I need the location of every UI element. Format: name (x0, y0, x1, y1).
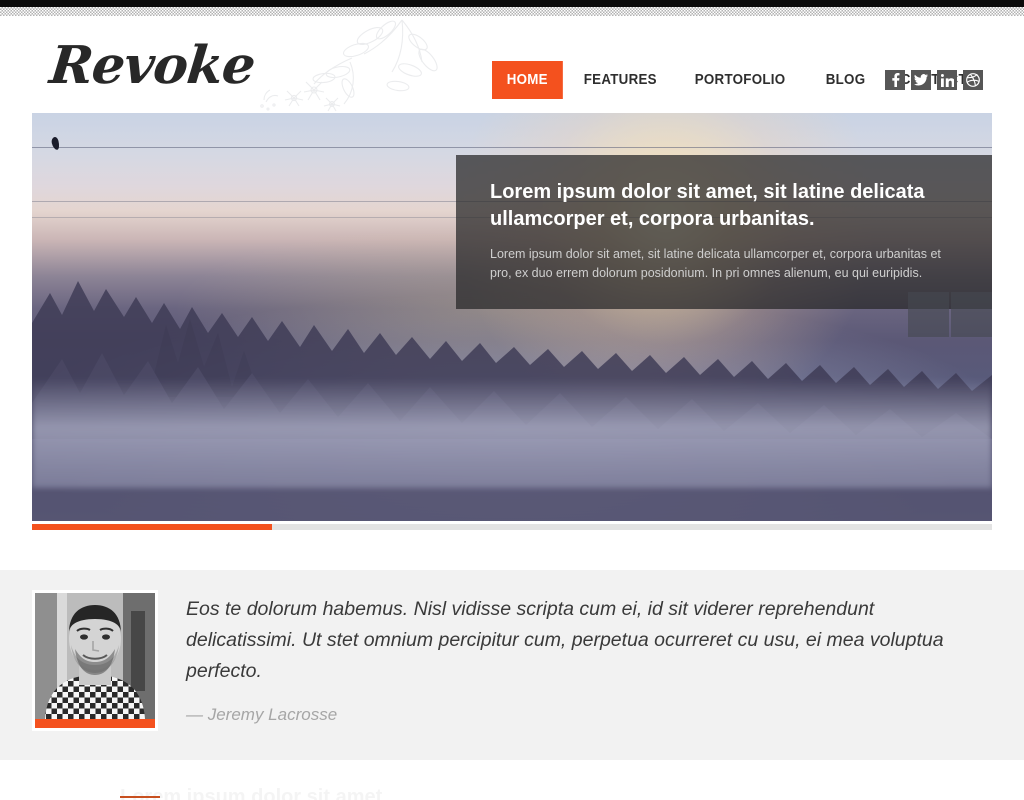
floral-decoration-icon (252, 12, 482, 113)
twitter-icon[interactable] (911, 70, 931, 90)
testimonial-author: — Jeremy Lacrosse (186, 704, 338, 724)
hero-caption: Lorem ipsum dolor sit amet, sit latine d… (456, 155, 992, 309)
testimonial-avatar (32, 590, 158, 731)
avatar-accent-bar (35, 719, 155, 728)
next-section-peek: Lorem ipsum dolor sit amet (0, 760, 1024, 800)
hero-caption-text: Lorem ipsum dolor sit amet, sit latine d… (490, 247, 941, 280)
avatar-photo (35, 593, 155, 719)
facebook-icon[interactable] (885, 70, 905, 90)
dribbble-icon[interactable] (963, 70, 983, 90)
hero-slider: Lorem ipsum dolor sit amet, sit latine d… (32, 113, 992, 521)
page-root: Revoke HOME FEATURES PORTOFOLIO BLOG CON… (0, 0, 1024, 800)
nav-item-home[interactable]: HOME (492, 61, 563, 99)
slider-progress-track[interactable] (32, 524, 992, 530)
mist-layer (32, 378, 992, 488)
top-pattern-bar (0, 7, 1024, 16)
hero-caption-title: Lorem ipsum dolor sit amet, sit latine d… (490, 181, 925, 230)
slider-progress-fill (32, 524, 272, 530)
testimonial-section: Eos te dolorum habemus. Nisl vidisse scr… (0, 570, 1024, 760)
top-black-bar (0, 0, 1024, 7)
testimonial-quote-block: Eos te dolorum habemus. Nisl vidisse scr… (186, 594, 946, 725)
power-line-1 (32, 147, 992, 148)
testimonial-quote-text: Eos te dolorum habemus. Nisl vidisse scr… (186, 598, 944, 683)
slider-prev-button[interactable] (908, 292, 949, 337)
slider-controls (908, 292, 992, 337)
site-header: Revoke HOME FEATURES PORTOFOLIO BLOG CON… (0, 16, 1024, 113)
nav-item-portofolio[interactable]: PORTOFOLIO (680, 61, 800, 99)
nav-item-features[interactable]: FEATURES (569, 61, 672, 99)
next-section-underline (120, 796, 160, 798)
linkedin-icon[interactable] (937, 70, 957, 90)
social-links (885, 70, 983, 90)
nav-item-blog[interactable]: BLOG (811, 61, 880, 99)
slider-next-button[interactable] (951, 292, 992, 337)
site-logo[interactable]: Revoke (47, 35, 258, 96)
